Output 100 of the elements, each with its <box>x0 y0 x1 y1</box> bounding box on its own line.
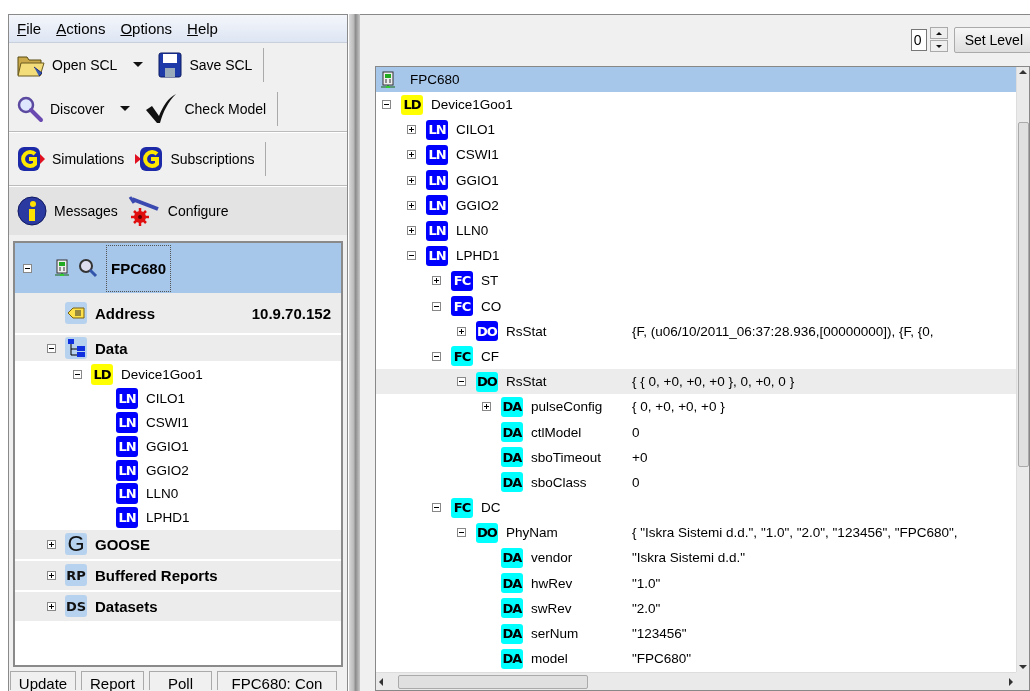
level-spinner-field[interactable]: 0 <box>910 28 927 51</box>
expand-icon[interactable] <box>407 226 416 236</box>
collapse-icon[interactable] <box>432 503 441 513</box>
tree-row[interactable]: DA sboTimeout +0 <box>376 444 1016 470</box>
node-type-badge: LN <box>116 507 138 529</box>
tree-row[interactable]: LN LPHD1 <box>376 243 1016 269</box>
tree-row[interactable]: LN GGIO1 <box>15 434 341 459</box>
node-type-badge: DA <box>501 648 523 669</box>
node-value: +0 <box>632 449 648 465</box>
tree-row[interactable]: DO RsStat { { 0, +0, +0, +0 }, 0, +0, 0 } <box>376 369 1016 395</box>
menu-item[interactable]: Actions <box>56 20 116 37</box>
menu-item[interactable]: Help <box>187 20 228 37</box>
tree-label: GOOSE <box>95 535 150 553</box>
node-type-badge: DA <box>501 623 523 644</box>
tree-label: LLN0 <box>146 486 179 502</box>
collapse-icon[interactable] <box>407 251 416 261</box>
tree-row[interactable]: DA ctlModel 0 <box>376 419 1016 445</box>
node-value: "2.0" <box>632 600 661 616</box>
node-type-badge: LN <box>116 459 138 481</box>
collapse-icon[interactable] <box>72 370 82 380</box>
collapse-icon[interactable] <box>46 343 56 353</box>
vertical-scrollbar[interactable] <box>1016 67 1029 672</box>
expand-icon[interactable] <box>407 125 416 135</box>
tree-row[interactable]: DA model "FPC680" <box>376 646 1016 672</box>
tree-row[interactable]: RP Buffered Reports <box>15 560 341 592</box>
tree-label: GGIO1 <box>146 438 189 454</box>
tree-row[interactable]: LN LPHD1 <box>15 505 341 530</box>
tree-row[interactable]: FPC680 <box>376 67 1016 92</box>
dropdown-arrow-icon <box>120 106 131 112</box>
tree-row[interactable]: FC CF <box>376 343 1016 370</box>
category-badge: RP <box>65 564 87 587</box>
expand-icon[interactable] <box>46 539 56 549</box>
node-value: "FPC680" <box>632 651 692 667</box>
spin-down-icon[interactable] <box>929 40 948 52</box>
menu-item[interactable]: Options <box>120 20 183 37</box>
toolbar-button[interactable]: Save SCL <box>154 49 256 81</box>
expand-icon[interactable] <box>407 200 416 210</box>
tree-row[interactable]: DA serNum "123456" <box>376 620 1016 647</box>
node-type-badge: DO <box>476 371 498 392</box>
expand-icon[interactable] <box>482 402 491 412</box>
node-name: ctlModel <box>531 424 582 440</box>
tree-row[interactable]: LD Device1Goo1 <box>376 92 1016 118</box>
tree-row[interactable]: LN GGIO1 <box>376 167 1016 193</box>
toolbar-button[interactable]: Messages <box>13 193 121 229</box>
collapse-icon[interactable] <box>457 377 466 387</box>
tree-row[interactable]: DA swRev "2.0" <box>376 595 1016 621</box>
tree-row[interactable]: FC CO <box>376 293 1016 319</box>
tree-row[interactable]: LN LLN0 <box>15 482 341 506</box>
tree-row[interactable]: DA sboClass 0 <box>376 469 1016 495</box>
expand-icon[interactable] <box>407 150 416 160</box>
node-type-badge: LN <box>426 220 448 241</box>
node-value: { 0, +0, +0, +0 } <box>632 399 725 415</box>
toolbar-button[interactable]: Discover <box>13 93 138 125</box>
tree-row[interactable]: Address 10.9.70.152 <box>15 293 341 335</box>
collapse-icon[interactable] <box>23 263 32 273</box>
tree-row[interactable]: DO PhyNam { "Iskra Sistemi d.d.", "1.0", "2.0", "123456", "FPC680", <box>376 520 1016 546</box>
spin-up-icon[interactable] <box>929 27 948 39</box>
tree-row[interactable]: DO RsStat {F, (u06/10/2011_06:37:28.936,[00000000]), {F, {0, <box>376 318 1016 344</box>
collapse-icon[interactable] <box>432 301 441 311</box>
tree-row[interactable]: Data <box>15 335 341 363</box>
tree-row[interactable]: FC DC <box>376 495 1016 521</box>
node-value: { "Iskra Sistemi d.d.", "1.0", "2.0", "123456", "FPC680", <box>632 525 958 541</box>
tree-row[interactable]: LN CSWI1 <box>15 410 341 435</box>
tree-row[interactable]: LN GGIO2 <box>376 192 1016 218</box>
set-level-button[interactable]: Set Level <box>953 26 1030 53</box>
node-type-badge: DA <box>501 422 523 443</box>
collapse-icon[interactable] <box>382 100 391 110</box>
tree-label: Device1Goo1 <box>121 367 203 383</box>
wrench-gear-icon <box>127 195 162 227</box>
toolbar-button[interactable]: Check Model <box>141 90 270 128</box>
toolbar-button[interactable]: Configure <box>124 193 232 229</box>
tree-row[interactable]: LN CSWI1 <box>376 142 1016 168</box>
tree-row[interactable]: DS Datasets <box>15 591 341 623</box>
expand-icon[interactable] <box>46 601 56 611</box>
tree-row[interactable]: LN LLN0 <box>376 217 1016 244</box>
tree-row[interactable]: LN GGIO2 <box>15 458 341 482</box>
toolbar-button[interactable]: Open SCL <box>13 49 151 81</box>
menu-item[interactable]: File <box>17 20 52 37</box>
g-logo-icon <box>134 145 165 173</box>
expand-icon[interactable] <box>407 175 416 185</box>
horizontal-scrollbar[interactable] <box>376 672 1016 690</box>
toolbar-button[interactable]: Simulations <box>13 143 128 175</box>
tree-row[interactable]: DA hwRev "1.0" <box>376 570 1016 596</box>
tree-row[interactable]: LN CILO1 <box>15 386 341 411</box>
tree-row[interactable]: DA vendor "Iskra Sistemi d.d." <box>376 545 1016 571</box>
tree-row[interactable]: DA pulseConfig { 0, +0, +0, +0 } <box>376 394 1016 420</box>
node-type-badge: LN <box>426 195 448 216</box>
expand-icon[interactable] <box>46 570 56 580</box>
expand-icon[interactable] <box>457 326 466 336</box>
toolbar-button[interactable]: Subscriptions <box>131 143 258 175</box>
tree-row[interactable]: FPC680 <box>15 243 341 293</box>
collapse-icon[interactable] <box>432 351 441 361</box>
expand-icon[interactable] <box>432 276 441 286</box>
collapse-icon[interactable] <box>457 528 466 538</box>
tree-row[interactable]: G GOOSE <box>15 529 341 561</box>
tree-row[interactable]: FC ST <box>376 268 1016 294</box>
node-name: PhyNam <box>506 525 558 541</box>
tree-row[interactable]: LD Device1Goo1 <box>15 363 341 387</box>
tree-row[interactable]: LN CILO1 <box>376 117 1016 143</box>
address-tag-icon <box>65 302 87 324</box>
